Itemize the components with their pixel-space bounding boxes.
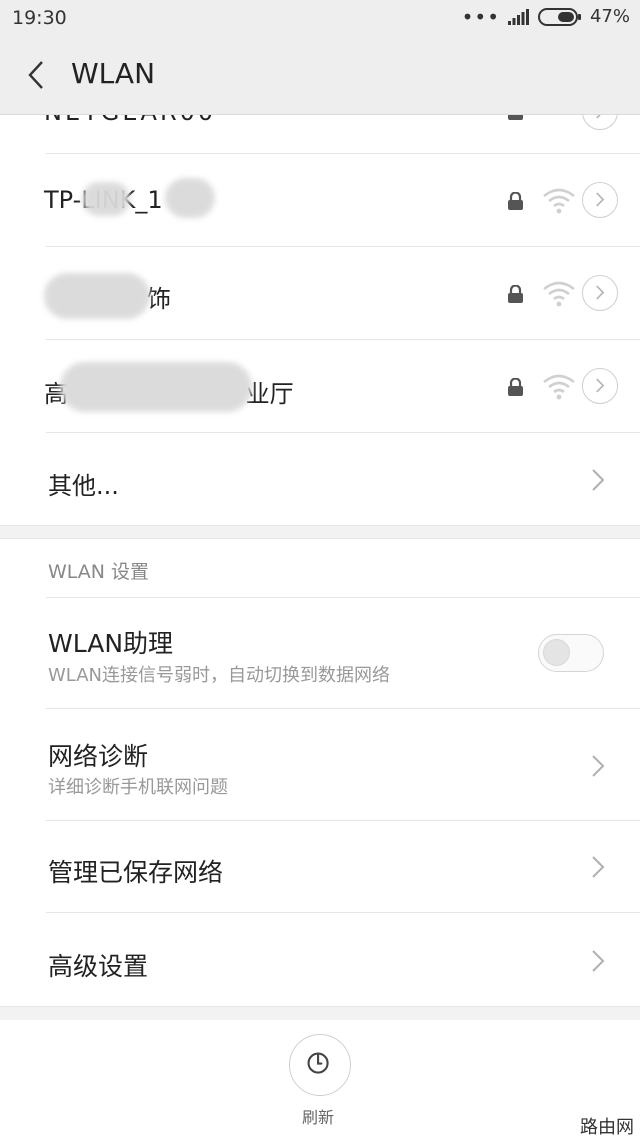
wlan-list-page: NETGEAR00 TP-LINK_1 饰	[0, 0, 640, 1138]
network-row[interactable]: 饰	[0, 247, 640, 340]
refresh-button[interactable]	[289, 1034, 351, 1096]
redacted-text	[44, 273, 150, 319]
wlan-assistant-title: WLAN助理	[48, 629, 174, 658]
network-diagnose-subtitle: 详细诊断手机联网问题	[48, 777, 228, 798]
wifi-icon	[543, 281, 575, 307]
advanced-settings-title: 高级设置	[48, 952, 149, 981]
network-row[interactable]: 高 业厅	[0, 340, 640, 433]
bottom-bar: 刷新	[0, 1020, 640, 1138]
network-ssid: 饰	[147, 285, 171, 313]
chevron-right-icon	[596, 378, 605, 393]
more-dots-icon: •••	[461, 4, 500, 29]
watermark: 路由网	[580, 1117, 634, 1138]
back-icon	[28, 61, 43, 89]
network-row[interactable]: TP-LINK_1	[0, 154, 640, 247]
battery-percent: 47%	[589, 6, 630, 27]
refresh-label: 刷新	[302, 1108, 335, 1127]
chevron-right-icon	[592, 856, 605, 878]
other-networks-label: 其他...	[48, 472, 119, 500]
wifi-icon	[543, 188, 575, 214]
other-networks-row[interactable]: 其他...	[0, 433, 640, 526]
network-diagnose-title: 网络诊断	[48, 742, 149, 771]
lock-icon	[508, 285, 523, 303]
wlan-settings-header: WLAN 设置	[48, 561, 150, 583]
wifi-icon	[543, 374, 575, 400]
network-detail-button[interactable]	[582, 368, 618, 404]
power-icon	[307, 1052, 329, 1074]
wlan-assistant-subtitle: WLAN连接信号弱时，自动切换到数据网络	[48, 665, 391, 686]
saved-networks-row[interactable]: 管理已保存网络	[0, 821, 640, 913]
chevron-right-icon	[596, 285, 605, 300]
chevron-right-icon	[592, 950, 605, 972]
redacted-text	[165, 178, 215, 218]
section-gap	[0, 1006, 640, 1021]
lock-icon	[508, 192, 523, 210]
saved-networks-title: 管理已保存网络	[48, 858, 224, 887]
lock-icon	[508, 378, 523, 396]
status-bar: 19:30 ••• 47%	[0, 0, 640, 36]
status-icons: ••• 47%	[462, 6, 630, 27]
chevron-right-icon	[592, 755, 605, 777]
network-detail-button[interactable]	[582, 182, 618, 218]
wlan-assistant-toggle[interactable]	[538, 634, 604, 672]
battery-icon	[537, 7, 581, 26]
back-button[interactable]	[22, 58, 52, 92]
toggle-knob	[543, 639, 570, 666]
status-time: 19:30	[12, 7, 67, 29]
advanced-settings-row[interactable]: 高级设置	[0, 913, 640, 1006]
network-diagnose-row[interactable]: 网络诊断 详细诊断手机联网问题	[0, 709, 640, 821]
redacted-text	[82, 182, 130, 216]
app-bar: WLAN	[0, 36, 640, 115]
section-gap	[0, 525, 640, 539]
network-detail-button[interactable]	[582, 275, 618, 311]
chevron-right-icon	[592, 469, 605, 491]
redacted-text	[60, 362, 252, 412]
chevron-right-icon	[596, 192, 605, 207]
signal-icon	[507, 8, 529, 25]
page-title: WLAN	[71, 57, 156, 90]
